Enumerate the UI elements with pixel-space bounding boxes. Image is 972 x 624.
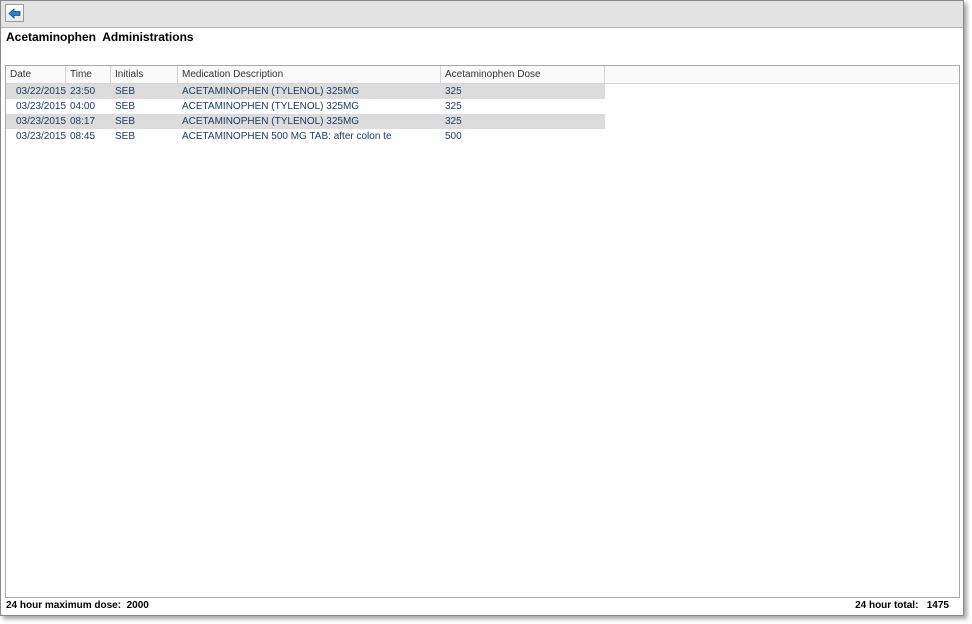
column-header-description[interactable]: Medication Description (178, 66, 441, 83)
date-cell: 03/23/2015 (16, 131, 66, 142)
column-header-time[interactable]: Time (66, 66, 111, 83)
time-cell: 23:50 (70, 86, 96, 97)
initials-cell: SEB (115, 116, 136, 127)
column-header-date[interactable]: Date (6, 66, 66, 83)
time-cell: 08:17 (70, 116, 96, 127)
max-dose-label: 24 hour maximum dose: (6, 600, 122, 611)
administrations-window: Acetaminophen Administrations Date Time … (0, 0, 964, 616)
initials-cell: SEB (115, 131, 136, 142)
dose-cell: 325 (445, 86, 462, 97)
date-cell: 03/23/2015 (16, 101, 66, 112)
table-row[interactable]: 03/23/2015 08:45 SEB ACETAMINOPHEN 500 M… (6, 129, 605, 144)
time-cell: 04:00 (70, 101, 96, 112)
toolbar (1, 1, 963, 28)
table-row[interactable]: 03/23/2015 08:17 SEB ACETAMINOPHEN (TYLE… (6, 114, 605, 129)
initials-cell: SEB (115, 86, 136, 97)
administrations-table: Date Time Initials Medication Descriptio… (5, 65, 960, 598)
table-row[interactable]: 03/23/2015 04:00 SEB ACETAMINOPHEN (TYLE… (6, 99, 605, 114)
dose-cell: 500 (445, 131, 462, 142)
dose-cell: 325 (445, 116, 462, 127)
max-dose-value: 2000 (126, 600, 149, 611)
description-cell: ACETAMINOPHEN (TYLENOL) 325MG (182, 101, 360, 112)
time-cell: 08:45 (70, 131, 96, 142)
table-header: Date Time Initials Medication Descriptio… (6, 66, 959, 84)
total-label: 24 hour total: (855, 600, 919, 611)
table-row[interactable]: 03/22/2015 23:50 SEB ACETAMINOPHEN (TYLE… (6, 84, 605, 99)
column-header-dose[interactable]: Acetaminophen Dose (441, 66, 605, 83)
dose-cell: 325 (445, 101, 462, 112)
description-cell: ACETAMINOPHEN 500 MG TAB: after colon te (182, 131, 392, 142)
back-arrow-icon (8, 7, 21, 19)
page-title: Acetaminophen Administrations (6, 30, 194, 44)
total-summary: 24 hour total: 1475 (855, 600, 949, 611)
date-cell: 03/22/2015 (16, 86, 66, 97)
date-cell: 03/23/2015 (16, 116, 66, 127)
description-cell: ACETAMINOPHEN (TYLENOL) 325MG (182, 86, 360, 97)
description-cell: ACETAMINOPHEN (TYLENOL) 325MG (182, 116, 360, 127)
total-value: 1475 (926, 600, 949, 611)
max-dose-summary: 24 hour maximum dose: 2000 (6, 600, 149, 611)
column-header-initials[interactable]: Initials (111, 66, 178, 83)
back-button[interactable] (5, 4, 24, 22)
initials-cell: SEB (115, 101, 136, 112)
